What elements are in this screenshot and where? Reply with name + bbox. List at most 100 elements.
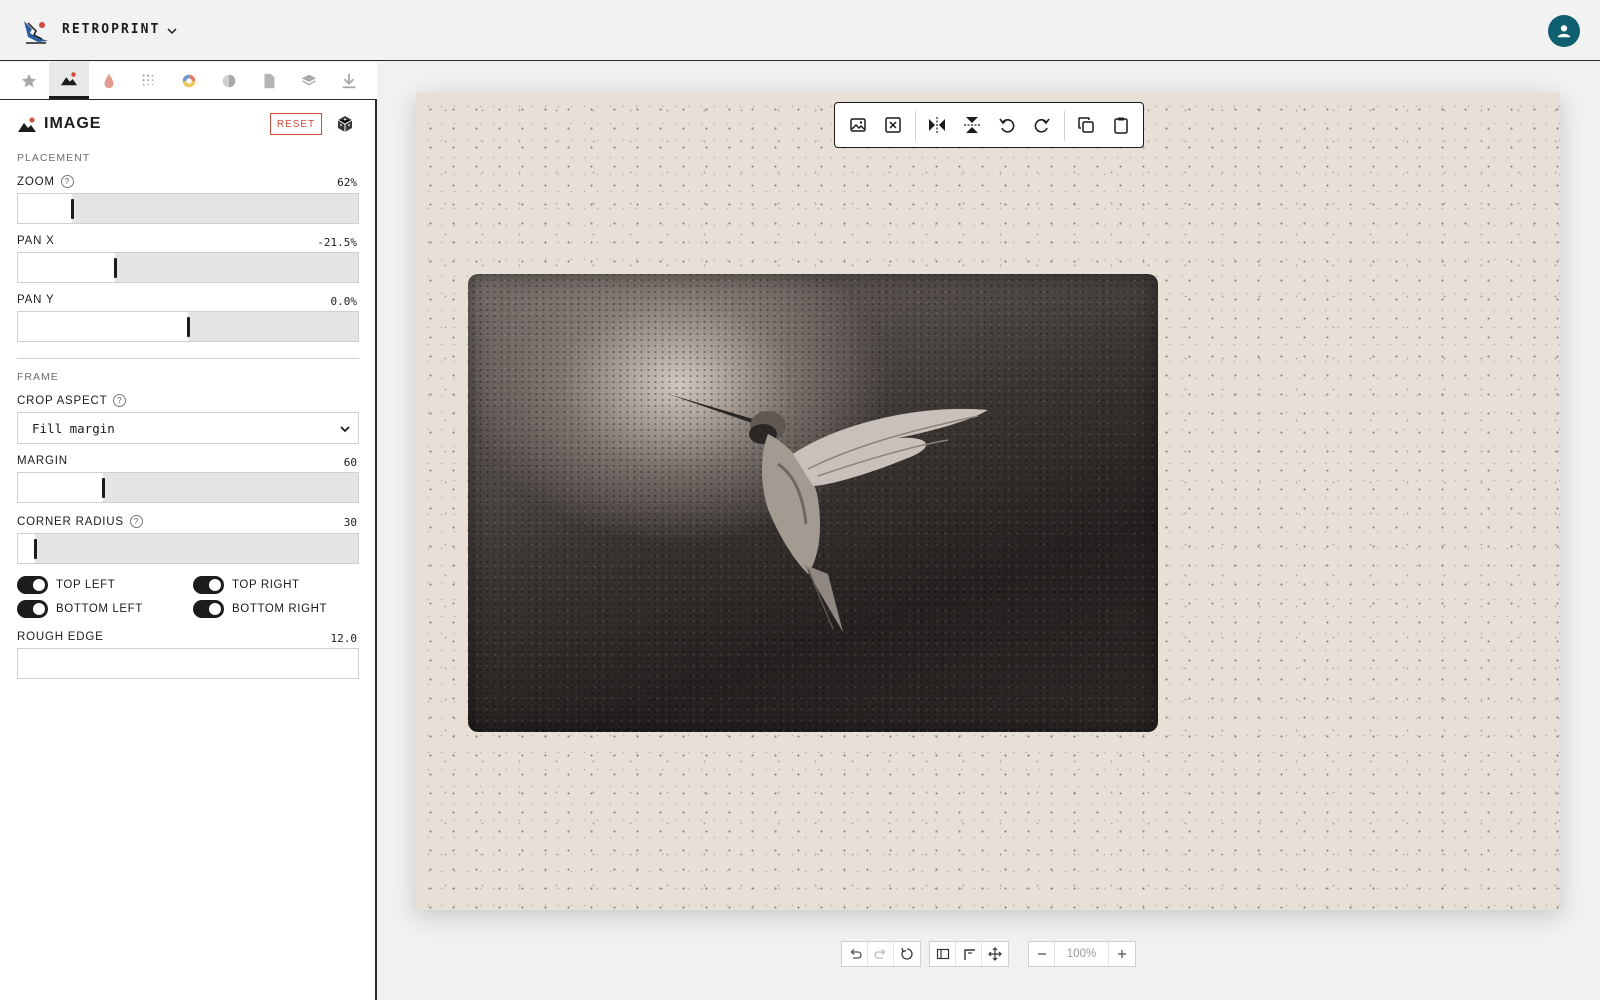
zoom-label-text: ZOOM [17, 175, 55, 188]
section-divider [17, 358, 359, 359]
rough-edge-label: ROUGH EDGE [17, 631, 104, 643]
flip-horizontal-button[interactable] [926, 114, 948, 136]
hummingbird-image [668, 394, 988, 632]
crop-aspect-label: CROP ASPECT ? [17, 394, 127, 407]
plus-icon [1118, 950, 1126, 958]
margin-slider[interactable] [17, 472, 359, 503]
tab-tone[interactable] [209, 62, 249, 99]
slider-thumb[interactable] [187, 317, 190, 337]
slider-thumb[interactable] [71, 199, 75, 219]
undo-button[interactable] [842, 942, 868, 966]
tab-halftone[interactable] [129, 62, 169, 99]
tab-layers[interactable] [289, 62, 329, 99]
placement-group-label: PLACEMENT [17, 152, 91, 164]
pan-y-label: PAN Y [17, 294, 55, 306]
crop-aspect-value: Fill margin [32, 420, 115, 436]
slider-fill [18, 194, 73, 223]
corner-radius-slider[interactable] [17, 533, 359, 564]
pan-x-label: PAN X [17, 235, 55, 247]
paper-icon [264, 73, 275, 88]
image-icon [17, 116, 37, 134]
tab-export[interactable] [329, 62, 369, 99]
help-icon[interactable]: ? [60, 175, 74, 188]
rotate-right-button[interactable] [1031, 114, 1053, 136]
drop-icon [104, 73, 114, 88]
help-icon[interactable]: ? [129, 515, 143, 528]
star-icon [21, 73, 37, 87]
undo-icon [850, 949, 862, 959]
flip-horizontal-icon [929, 117, 945, 133]
user-avatar[interactable] [1548, 15, 1580, 47]
toggle-knob [33, 579, 45, 591]
zoom-slider[interactable] [17, 193, 359, 224]
bottom-left-toggle[interactable] [17, 600, 48, 618]
tab-color[interactable] [89, 62, 129, 99]
tab-image[interactable] [49, 62, 89, 99]
corner-radius-value: 30 [343, 516, 357, 529]
remove-image-button[interactable] [882, 114, 904, 136]
redo-button[interactable] [868, 942, 894, 966]
rotate-left-icon [999, 118, 1015, 133]
bottom-right-toggle[interactable] [193, 600, 224, 618]
top-right-toggle[interactable] [193, 576, 224, 594]
top-right-label: TOP RIGHT [232, 579, 300, 591]
user-icon [1557, 25, 1571, 38]
sidebar-icon [936, 948, 949, 960]
reset-button[interactable]: RESET [270, 113, 322, 135]
flip-vertical-button[interactable] [961, 114, 983, 136]
top-right-toggle-row[interactable]: TOP RIGHT [193, 576, 300, 594]
replace-image-button[interactable] [847, 114, 869, 136]
placed-image[interactable] [468, 274, 1158, 732]
zoom-controls: 100% [1028, 941, 1136, 967]
zoom-level-readout: 100% [1055, 942, 1109, 966]
bottom-left-toggle-row[interactable]: BOTTOM LEFT [17, 600, 143, 618]
slider-thumb[interactable] [102, 478, 105, 498]
dice-icon[interactable] [336, 115, 354, 133]
rotate-left-button[interactable] [996, 114, 1018, 136]
slider-thumb[interactable] [34, 539, 37, 559]
crop-aspect-select[interactable]: Fill margin [17, 412, 359, 444]
slider-fill [18, 534, 35, 563]
toolbar-separator [1064, 111, 1065, 141]
refresh-icon [901, 947, 913, 960]
top-left-toggle-row[interactable]: TOP LEFT [17, 576, 115, 594]
rough-edge-input[interactable] [17, 648, 359, 679]
zoom-in-button[interactable] [1109, 942, 1135, 966]
app-name[interactable]: RETROPRINT [62, 22, 160, 37]
pan-x-slider[interactable] [17, 252, 359, 283]
slider-thumb[interactable] [113, 258, 117, 278]
bottom-left-label: BOTTOM LEFT [56, 603, 143, 615]
bottom-right-toggle-row[interactable]: BOTTOM RIGHT [193, 600, 327, 618]
color-wheel-icon [182, 74, 196, 87]
bird-logo-icon[interactable] [20, 15, 52, 47]
toggle-knob [209, 579, 221, 591]
move-tool-button[interactable] [982, 942, 1008, 966]
tab-palette[interactable] [169, 62, 209, 99]
move-icon [988, 947, 1002, 961]
zoom-out-button[interactable] [1029, 942, 1055, 966]
pan-y-slider[interactable] [17, 311, 359, 342]
rotate-right-icon [1034, 118, 1050, 133]
corner-radius-label: CORNER RADIUS ? [17, 515, 143, 528]
panel-toggle-button[interactable] [930, 942, 956, 966]
top-left-toggle[interactable] [17, 576, 48, 594]
toolbar-separator [915, 111, 916, 141]
chevron-down-icon[interactable] [165, 24, 179, 38]
redo-icon [873, 949, 885, 959]
tab-paper[interactable] [249, 62, 289, 99]
layers-icon [301, 74, 317, 85]
help-icon[interactable]: ? [113, 394, 127, 407]
image-icon [60, 72, 78, 86]
copy-icon [1078, 117, 1094, 133]
slider-fill [18, 473, 103, 502]
tab-presets[interactable] [9, 62, 49, 99]
paste-button[interactable] [1110, 114, 1132, 136]
flip-vertical-icon [964, 117, 980, 133]
toggle-knob [33, 603, 45, 615]
copy-button[interactable] [1075, 114, 1097, 136]
crop-guides-button[interactable] [956, 942, 982, 966]
image-toolbar [834, 102, 1144, 148]
reset-view-button[interactable] [894, 942, 920, 966]
panel-title: IMAGE [44, 115, 102, 132]
app-header: RETROPRINT [0, 0, 1600, 61]
